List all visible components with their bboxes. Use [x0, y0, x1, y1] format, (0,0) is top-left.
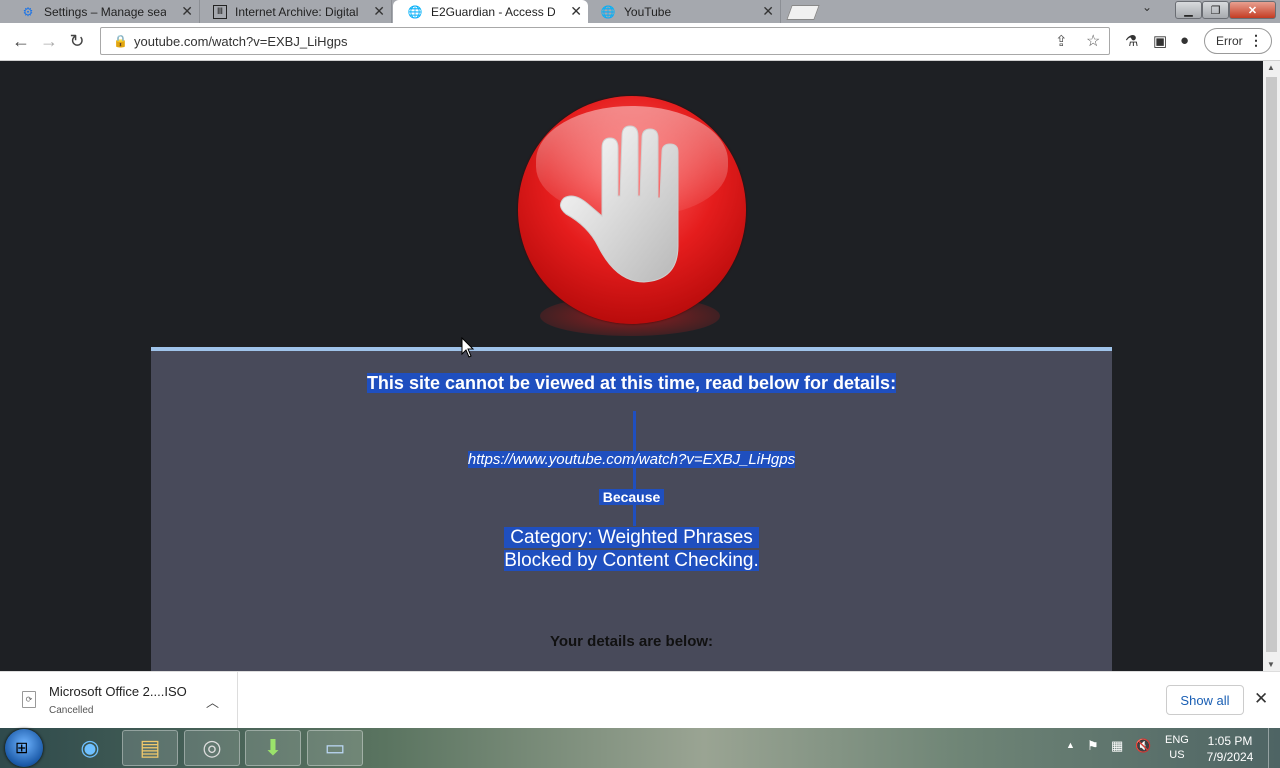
network-icon[interactable]: ▦	[1111, 738, 1123, 754]
close-icon[interactable]: ✕	[1254, 689, 1268, 709]
tab-title: YouTube	[624, 4, 672, 19]
profile-error-button[interactable]: Error ⋮	[1204, 28, 1272, 54]
block-category: Category: Weighted Phrases	[504, 527, 759, 548]
blocked-url: https://www.youtube.com/watch?v=EXBJ_LiH…	[467, 451, 796, 468]
scroll-down-icon[interactable]: ▼	[1267, 660, 1275, 669]
maximize-button[interactable]: ❐	[1202, 1, 1229, 19]
language-indicator[interactable]: ENG US	[1165, 733, 1189, 763]
tab-e2guardian[interactable]: 🌐 E2Guardian - Access De ✕	[393, 0, 588, 23]
tab-title: E2Guardian - Access De	[431, 4, 555, 19]
tab-strip: ⚙ Settings – Manage sear ✕ Ⅲ Internet Ar…	[0, 0, 1280, 23]
start-button[interactable]: ⊞	[5, 729, 43, 767]
globe-icon: 🌐	[600, 4, 616, 19]
new-tab-button[interactable]	[786, 5, 820, 20]
volume-muted-icon[interactable]: 🔇	[1135, 738, 1151, 754]
system-clock[interactable]: 1:05 PM 7/9/2024	[1200, 733, 1260, 765]
download-manager-icon: ⬇	[263, 735, 283, 760]
chevron-up-icon[interactable]: ︿	[206, 692, 219, 711]
close-icon[interactable]: ✕	[570, 3, 582, 20]
mouse-cursor-icon	[461, 337, 475, 358]
forward-button[interactable]: →	[38, 30, 60, 52]
back-button[interactable]: ←	[10, 30, 32, 52]
windows-logo-icon: ⊞	[15, 740, 29, 757]
block-message-panel: This site cannot be viewed at this time,…	[151, 347, 1112, 671]
gear-icon: ⚙	[22, 4, 34, 19]
archive-icon: Ⅲ	[213, 4, 227, 19]
chrome-icon: ◎	[202, 735, 222, 760]
stop-hand-icon	[518, 96, 746, 324]
globe-icon: 🌐	[407, 4, 423, 19]
labs-flask-icon[interactable]: ⚗	[1125, 32, 1138, 50]
show-all-button[interactable]: Show all	[1166, 685, 1244, 715]
page-content: This site cannot be viewed at this time,…	[0, 61, 1263, 671]
tab-internet-archive[interactable]: Ⅲ Internet Archive: Digital ✕	[200, 0, 392, 23]
because-label: Because	[598, 489, 665, 505]
language-code: ENG	[1165, 734, 1189, 746]
tab-title: Settings – Manage sear	[44, 4, 166, 19]
tab-youtube[interactable]: 🌐 YouTube ✕	[589, 0, 781, 23]
kebab-menu-icon[interactable]: ⋮	[1249, 32, 1263, 49]
download-bar: ⟳ Microsoft Office 2....ISO Cancelled ︿ …	[0, 671, 1280, 729]
share-icon[interactable]: ⇪	[1055, 32, 1068, 50]
download-filename: Microsoft Office 2....ISO	[49, 684, 187, 699]
side-panel-icon[interactable]: ▣	[1153, 32, 1167, 50]
folder-icon: ▤	[139, 735, 161, 760]
tab-settings[interactable]: ⚙ Settings – Manage sear ✕	[0, 0, 200, 23]
action-center-flag-icon[interactable]: ⚑	[1087, 738, 1099, 754]
tab-search-chevron-icon[interactable]: ⌄	[1142, 0, 1152, 14]
tab-title: Internet Archive: Digital	[235, 4, 359, 19]
browser-toolbar: ← → ↻ 🔒 youtube.com/watch?v=EXBJ_LiHgps …	[0, 23, 1280, 61]
details-label: Your details are below:	[549, 633, 714, 650]
lock-icon[interactable]: 🔒	[113, 34, 128, 48]
download-item[interactable]: ⟳ Microsoft Office 2....ISO Cancelled ︿	[0, 672, 238, 729]
clock-date: 7/9/2024	[1206, 750, 1254, 764]
language-region: US	[1169, 749, 1185, 761]
windows-taskbar: ⊞ ◉ ▤ ◎ ⬇ ▭ ▲ ⚑ ▦ 🔇 ENG US 1:05 PM 7/9/2…	[0, 728, 1280, 768]
scrollbar-thumb[interactable]	[1266, 77, 1277, 652]
selection-line	[633, 411, 636, 526]
taskbar-window-button[interactable]: ▭	[307, 730, 363, 766]
address-bar[interactable]: 🔒 youtube.com/watch?v=EXBJ_LiHgps ⇪ ☆	[100, 27, 1110, 55]
profile-avatar-icon[interactable]: ●	[1180, 32, 1189, 49]
taskbar-download-manager-button[interactable]: ⬇	[245, 730, 301, 766]
block-reason: Blocked by Content Checking.	[504, 550, 759, 571]
window-app-icon: ▭	[324, 735, 346, 760]
taskbar-chrome-button[interactable]: ◎	[184, 730, 240, 766]
file-icon: ⟳	[22, 691, 36, 708]
taskbar-explorer-button[interactable]: ▤	[122, 730, 178, 766]
page-scrollbar[interactable]: ▲ ▼	[1263, 61, 1280, 671]
close-icon[interactable]: ✕	[181, 3, 193, 20]
minimize-button[interactable]: ▁	[1175, 1, 1202, 19]
address-url: youtube.com/watch?v=EXBJ_LiHgps	[134, 34, 348, 49]
bookmark-star-icon[interactable]: ☆	[1086, 31, 1100, 51]
taskbar-ie-button[interactable]: ◉	[62, 730, 118, 766]
close-window-button[interactable]: ✕	[1229, 1, 1276, 19]
tray-expand-icon[interactable]: ▲	[1066, 740, 1075, 750]
profile-error-label: Error	[1216, 34, 1243, 48]
reload-button[interactable]: ↻	[66, 30, 88, 52]
internet-explorer-icon: ◉	[80, 735, 100, 760]
close-icon[interactable]: ✕	[762, 3, 774, 20]
show-desktop-button[interactable]	[1268, 728, 1280, 768]
scroll-up-icon[interactable]: ▲	[1267, 63, 1275, 72]
download-status: Cancelled	[49, 705, 94, 716]
close-icon[interactable]: ✕	[373, 3, 385, 20]
block-heading: This site cannot be viewed at this time,…	[366, 373, 897, 393]
clock-time: 1:05 PM	[1207, 734, 1253, 748]
